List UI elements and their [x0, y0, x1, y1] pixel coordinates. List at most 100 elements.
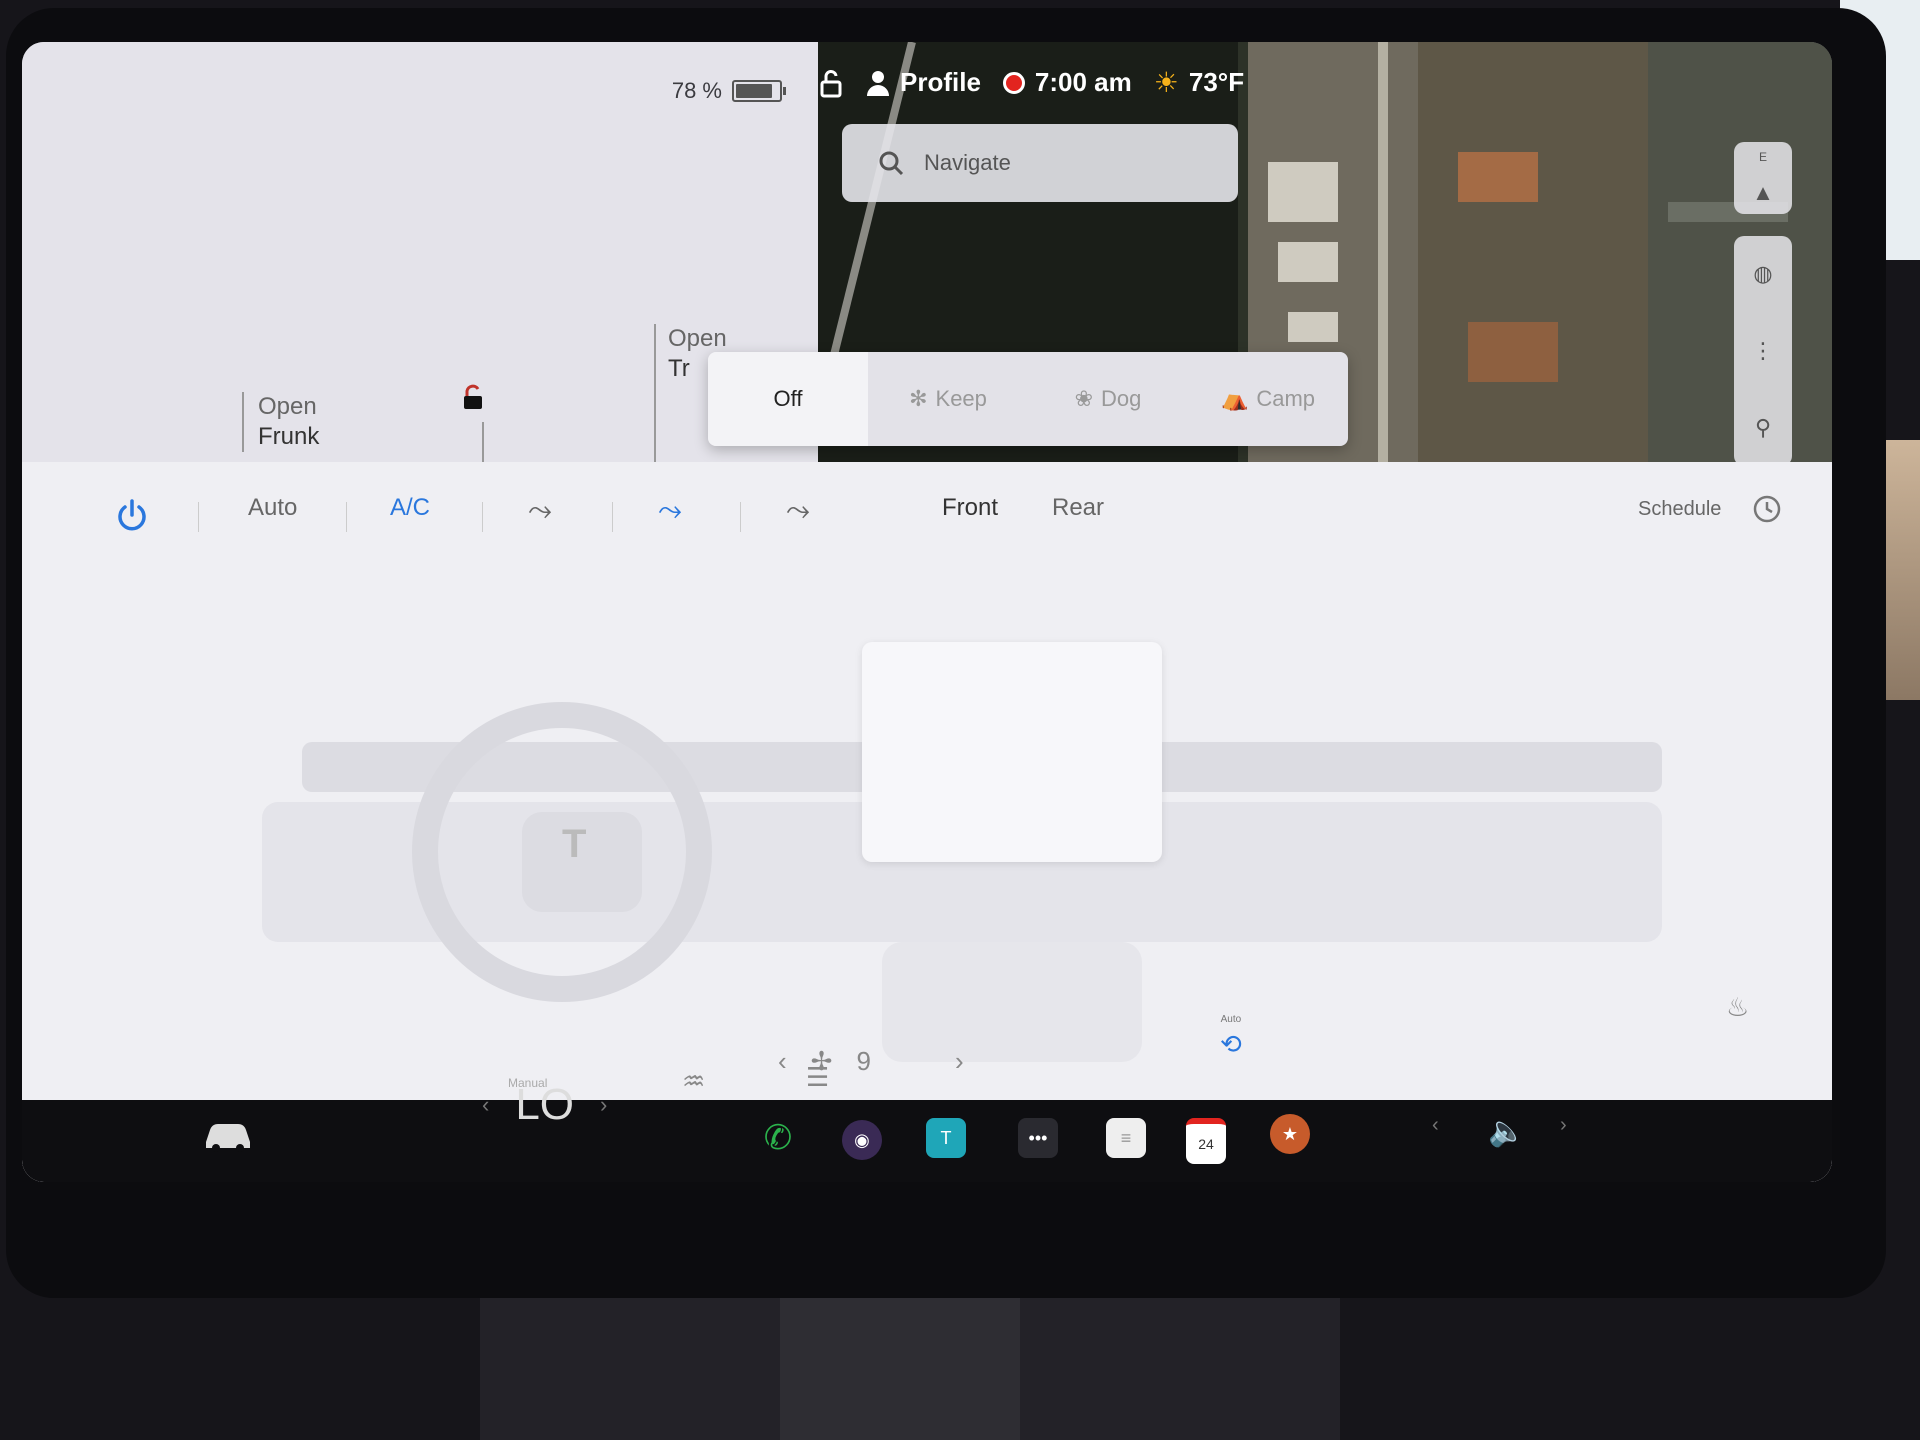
- driver-temperature-control: ‹ Manual LO ›: [482, 1076, 607, 1130]
- battery-percent: 78 %: [671, 78, 722, 103]
- volume-decrease-icon[interactable]: ‹: [1432, 1114, 1439, 1137]
- profile-button[interactable]: Profile: [866, 67, 981, 98]
- temp-mode-label: Manual: [508, 1076, 548, 1090]
- airflow-feet-icon[interactable]: ⤳: [786, 494, 810, 528]
- recirculation-button[interactable]: Auto ⟲: [1220, 1014, 1242, 1060]
- battery-level-fill: [736, 84, 772, 98]
- volume-increase-icon[interactable]: ›: [1560, 1114, 1567, 1137]
- clock: 7:00 am: [1034, 67, 1132, 97]
- separator: [612, 502, 613, 532]
- navigate-search[interactable]: Navigate: [842, 124, 1238, 202]
- open-frunk-button[interactable]: Open Frunk: [242, 392, 319, 452]
- traffic-icon[interactable]: ⋮: [1752, 338, 1774, 364]
- auto-button[interactable]: Auto: [248, 494, 297, 522]
- center-console: [882, 942, 1142, 1062]
- recirculate-icon: ⟲: [1220, 1029, 1242, 1059]
- mode-camp[interactable]: ⛺ Camp: [1188, 352, 1348, 446]
- phone-icon[interactable]: ✆: [758, 1118, 798, 1158]
- map-building: [1458, 152, 1538, 202]
- profile-label: Profile: [900, 67, 981, 97]
- camera-icon[interactable]: ◉: [842, 1120, 882, 1160]
- fan-decrease-icon[interactable]: ‹: [778, 1046, 787, 1077]
- mode-keep-label: Keep: [935, 386, 987, 411]
- toybox-icon[interactable]: T: [926, 1118, 966, 1158]
- map-tools: ◍ ⋮ ⚲: [1734, 236, 1792, 466]
- lock-status-icon[interactable]: [818, 68, 844, 98]
- separator: [198, 502, 199, 532]
- status-bar: Profile 7:00 am ☀ 73°F: [818, 66, 1244, 99]
- car-icon[interactable]: [202, 1118, 254, 1152]
- climate-controls: Auto A/C ⤳ ⤳ ⤳ Front Rear Schedule: [22, 462, 1832, 542]
- map-road: [1378, 42, 1388, 482]
- compass-arrow-icon: ▲: [1752, 180, 1774, 205]
- mode-off-label: Off: [773, 386, 803, 411]
- dashcam-status[interactable]: 7:00 am: [1002, 67, 1132, 98]
- volume-icon[interactable]: 🔈: [1488, 1114, 1525, 1149]
- temp-decrease-icon[interactable]: ‹: [482, 1092, 489, 1118]
- separator: [346, 502, 347, 532]
- paw-icon: ❀: [1074, 386, 1094, 411]
- touchscreen: 78 % Open Frunk Open Tr Profile 7:00 am …: [22, 42, 1832, 1182]
- fan-speed-value: 9: [856, 1046, 871, 1076]
- person-icon: [867, 70, 889, 96]
- climate-panel: Auto A/C ⤳ ⤳ ⤳ Front Rear Schedule T ♒ ☰…: [22, 462, 1832, 1182]
- mode-keep[interactable]: ✻ Keep: [868, 352, 1028, 446]
- more-apps-icon[interactable]: •••: [1018, 1118, 1058, 1158]
- display-bezel: 78 % Open Frunk Open Tr Profile 7:00 am …: [6, 8, 1886, 1298]
- airflow-face-feet-icon[interactable]: ⤳: [658, 494, 682, 528]
- temperature: 73°F: [1188, 67, 1245, 97]
- map-building: [1468, 322, 1558, 382]
- climate-keeper-selector: Off ✻ Keep ❀ Dog ⛺ Camp: [708, 352, 1348, 446]
- fan-icon: ✢: [810, 1046, 833, 1076]
- front-defrost-icon[interactable]: ♒: [682, 1066, 705, 1097]
- separator: [482, 502, 483, 532]
- mode-dog[interactable]: ❀ Dog: [1028, 352, 1188, 446]
- weather: ☀ 73°F: [1154, 66, 1244, 99]
- mode-off[interactable]: Off: [708, 352, 868, 446]
- record-icon: [1002, 71, 1025, 94]
- globe-icon[interactable]: ◍: [1753, 261, 1772, 287]
- car-panel: 78 % Open Frunk Open Tr: [22, 42, 818, 482]
- notes-icon[interactable]: ≡: [1106, 1118, 1146, 1158]
- mode-dog-label: Dog: [1101, 386, 1142, 411]
- mode-camp-label: Camp: [1256, 386, 1316, 411]
- cabin-illustration: T: [262, 642, 1662, 1062]
- map-building: [1268, 162, 1338, 222]
- pin-icon[interactable]: ⚲: [1755, 415, 1771, 441]
- center-display: [862, 642, 1162, 862]
- fan-speed-control: ‹ ✢ 9 ›: [778, 1046, 964, 1077]
- map-building: [1278, 242, 1338, 282]
- power-icon[interactable]: [114, 498, 150, 534]
- unlock-icon[interactable]: [458, 382, 488, 412]
- map-area-residential: [1418, 42, 1648, 482]
- recirc-label: Auto: [1220, 1014, 1242, 1025]
- taskbar: ✆ ◉ T ••• ≡ 24 ★ ‹ 🔈 ›: [22, 1100, 1832, 1182]
- frunk-line2: Frunk: [258, 423, 320, 450]
- map-building: [1288, 312, 1338, 342]
- temp-increase-icon[interactable]: ›: [600, 1092, 607, 1118]
- compass-label: E: [1758, 150, 1767, 164]
- tab-front[interactable]: Front: [942, 494, 998, 522]
- compass-button[interactable]: E ▲: [1734, 142, 1792, 214]
- airflow-face-icon[interactable]: ⤳: [528, 494, 552, 528]
- calendar-day: 24: [1198, 1136, 1214, 1152]
- trunk-line1: Open: [668, 325, 727, 352]
- fan-increase-icon[interactable]: ›: [955, 1046, 964, 1077]
- fan-icon: ✻: [909, 386, 928, 411]
- frunk-line1: Open: [258, 393, 317, 420]
- calendar-icon[interactable]: 24: [1186, 1118, 1226, 1164]
- search-placeholder: Navigate: [924, 150, 1011, 175]
- battery-icon: [732, 80, 786, 102]
- tesla-logo-icon: T: [562, 822, 587, 866]
- search-icon: [879, 151, 904, 176]
- entertainment-icon[interactable]: ★: [1270, 1114, 1310, 1154]
- schedule-button[interactable]: Schedule: [1638, 498, 1721, 521]
- tent-icon: ⛺: [1220, 386, 1249, 411]
- clock-icon[interactable]: [1752, 494, 1782, 524]
- tab-rear[interactable]: Rear: [1052, 494, 1104, 522]
- separator: [740, 502, 741, 532]
- sun-icon: ☀: [1153, 67, 1179, 98]
- battery-status: 78 %: [671, 78, 786, 104]
- ac-button[interactable]: A/C: [390, 494, 430, 522]
- passenger-seat-heater-icon[interactable]: ♨: [1726, 992, 1749, 1023]
